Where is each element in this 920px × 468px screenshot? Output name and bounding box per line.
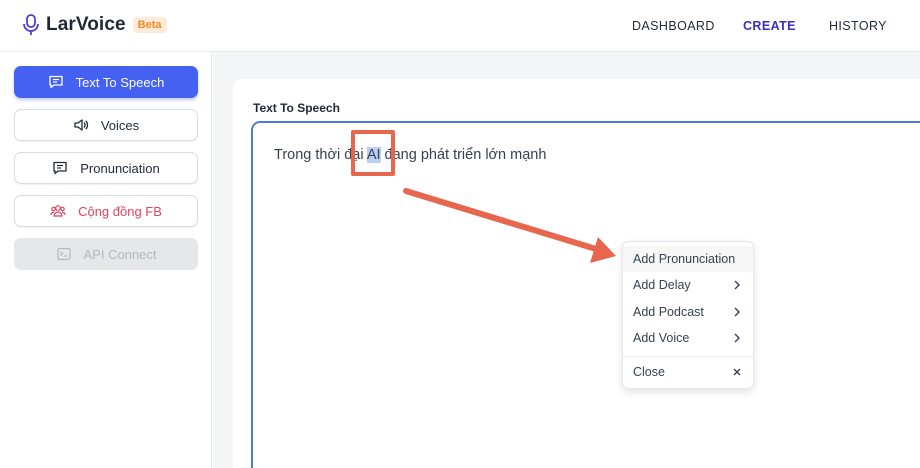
menu-item-add-voice[interactable]: Add Voice	[623, 325, 753, 351]
menu-item-add-podcast[interactable]: Add Podcast	[623, 299, 753, 325]
menu-divider	[623, 356, 753, 357]
context-menu: Add Pronunciation Add Delay Add Podcast …	[622, 241, 754, 389]
chevron-right-icon	[734, 280, 740, 290]
menu-item-label: Add Delay	[633, 278, 691, 292]
menu-item-label: Add Pronunciation	[633, 252, 736, 266]
menu-item-close[interactable]: Close	[623, 359, 753, 385]
annotation-arrow	[403, 188, 616, 263]
menu-item-add-delay[interactable]: Add Delay	[623, 272, 753, 298]
menu-item-label: Add Podcast	[633, 305, 704, 319]
menu-item-label: Add Voice	[633, 331, 690, 345]
close-icon	[733, 368, 741, 376]
menu-item-add-pronunciation[interactable]: Add Pronunciation	[623, 246, 753, 272]
menu-item-label: Close	[633, 365, 665, 379]
chevron-right-icon	[734, 307, 740, 317]
chevron-right-icon	[734, 333, 740, 343]
